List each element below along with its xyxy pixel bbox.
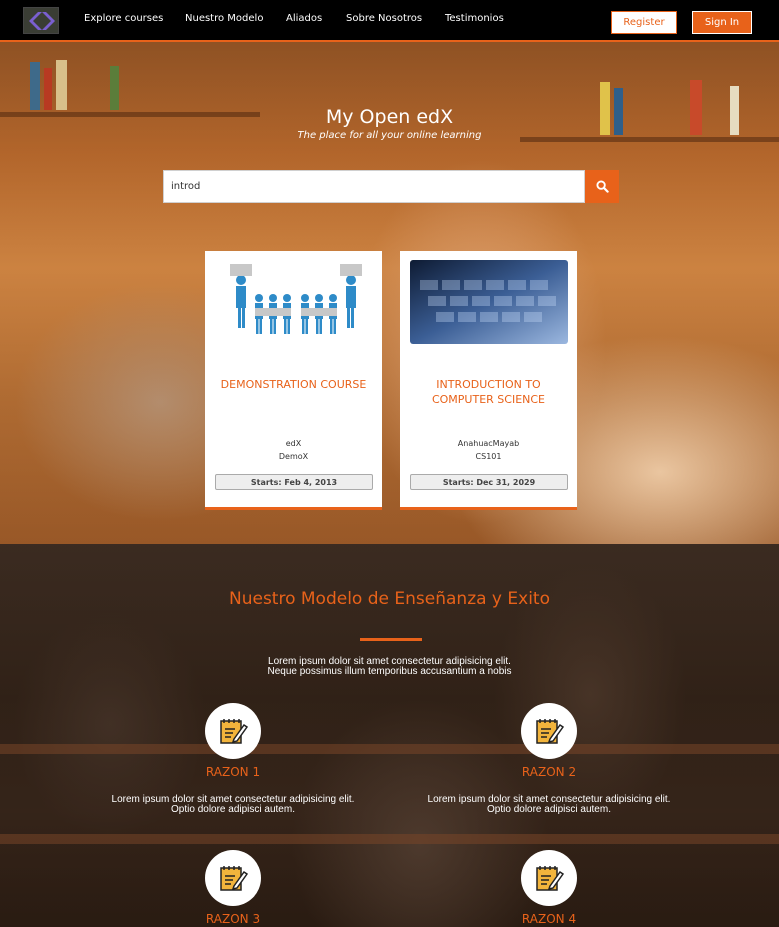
top-navbar: Explore courses Nuestro Modelo Aliados S…: [0, 0, 779, 42]
course-card[interactable]: DEMONSTRATION COURSE edX DemoX Starts: F…: [205, 251, 382, 510]
search-icon: [595, 180, 609, 193]
hero-title: My Open edX: [325, 106, 454, 128]
teaching-model-section: Nuestro Modelo de Enseñanza y Exito Lore…: [0, 544, 779, 927]
course-org: AnahuacMayab: [457, 439, 520, 448]
reason-title: RAZON 4: [521, 912, 577, 926]
notepad-pencil-icon: [220, 719, 248, 744]
section-lead: Lorem ipsum dolor sit amet consectetur a…: [0, 657, 779, 677]
nav-link-aliados[interactable]: Aliados: [286, 13, 322, 24]
sign-in-button[interactable]: Sign In: [692, 11, 752, 34]
nav-link-sobre-nosotros[interactable]: Sobre Nosotros: [346, 13, 422, 24]
course-start-date: Starts: Dec 31, 2029: [410, 474, 568, 490]
reason-text: Lorem ipsum dolor sit amet consectetur a…: [83, 795, 383, 815]
course-search-input[interactable]: [163, 170, 585, 203]
notepad-pencil-icon: [220, 866, 248, 891]
course-image-puzzle-people: [215, 260, 373, 344]
reason-icon-circle: [205, 850, 261, 906]
nav-link-explore-courses[interactable]: Explore courses: [84, 13, 163, 24]
book-decoration: [56, 60, 67, 110]
reason-title: RAZON 3: [205, 912, 261, 926]
site-logo[interactable]: [23, 7, 59, 34]
course-org: edX: [285, 439, 302, 448]
reason-title: RAZON 1: [205, 765, 261, 779]
title-underline: [360, 638, 422, 641]
register-button[interactable]: Register: [611, 11, 677, 34]
course-title[interactable]: INTRODUCTION TO COMPUTER SCIENCE: [400, 377, 577, 407]
reason-text-line: Optio dolore adipisci autem.: [487, 804, 611, 815]
nav-link-nuestro-modelo[interactable]: Nuestro Modelo: [185, 13, 263, 24]
notepad-pencil-icon: [536, 719, 564, 744]
chevrons-logo-icon: [29, 12, 55, 30]
course-start-date: Starts: Feb 4, 2013: [215, 474, 373, 490]
course-code: DemoX: [278, 452, 309, 461]
notepad-pencil-icon: [536, 866, 564, 891]
reason-title: RAZON 2: [521, 765, 577, 779]
course-code: CS101: [475, 452, 502, 461]
lecture-hall-seats-decoration: [0, 744, 779, 754]
reason-text: Lorem ipsum dolor sit amet consectetur a…: [399, 795, 699, 815]
reason-icon-circle: [521, 850, 577, 906]
lead-line: Neque possimus illum temporibus accusant…: [267, 666, 512, 677]
course-title[interactable]: DEMONSTRATION COURSE: [205, 377, 382, 392]
search-button[interactable]: [585, 170, 619, 203]
hero-subtitle: The place for all your online learning: [297, 130, 482, 141]
section-title: Nuestro Modelo de Enseñanza y Exito: [229, 589, 550, 609]
hero-banner: My Open edX The place for all your onlin…: [0, 42, 779, 544]
reason-text-line: Optio dolore adipisci autem.: [171, 804, 295, 815]
book-decoration: [110, 66, 119, 110]
book-decoration: [44, 68, 52, 110]
lecture-hall-seats-decoration: [0, 834, 779, 844]
reason-icon-circle: [205, 703, 261, 759]
book-decoration: [30, 62, 40, 110]
course-card[interactable]: INTRODUCTION TO COMPUTER SCIENCE Anahuac…: [400, 251, 577, 510]
reason-icon-circle: [521, 703, 577, 759]
nav-link-testimonios[interactable]: Testimonios: [445, 13, 504, 24]
course-image-keyboard: [410, 260, 568, 344]
